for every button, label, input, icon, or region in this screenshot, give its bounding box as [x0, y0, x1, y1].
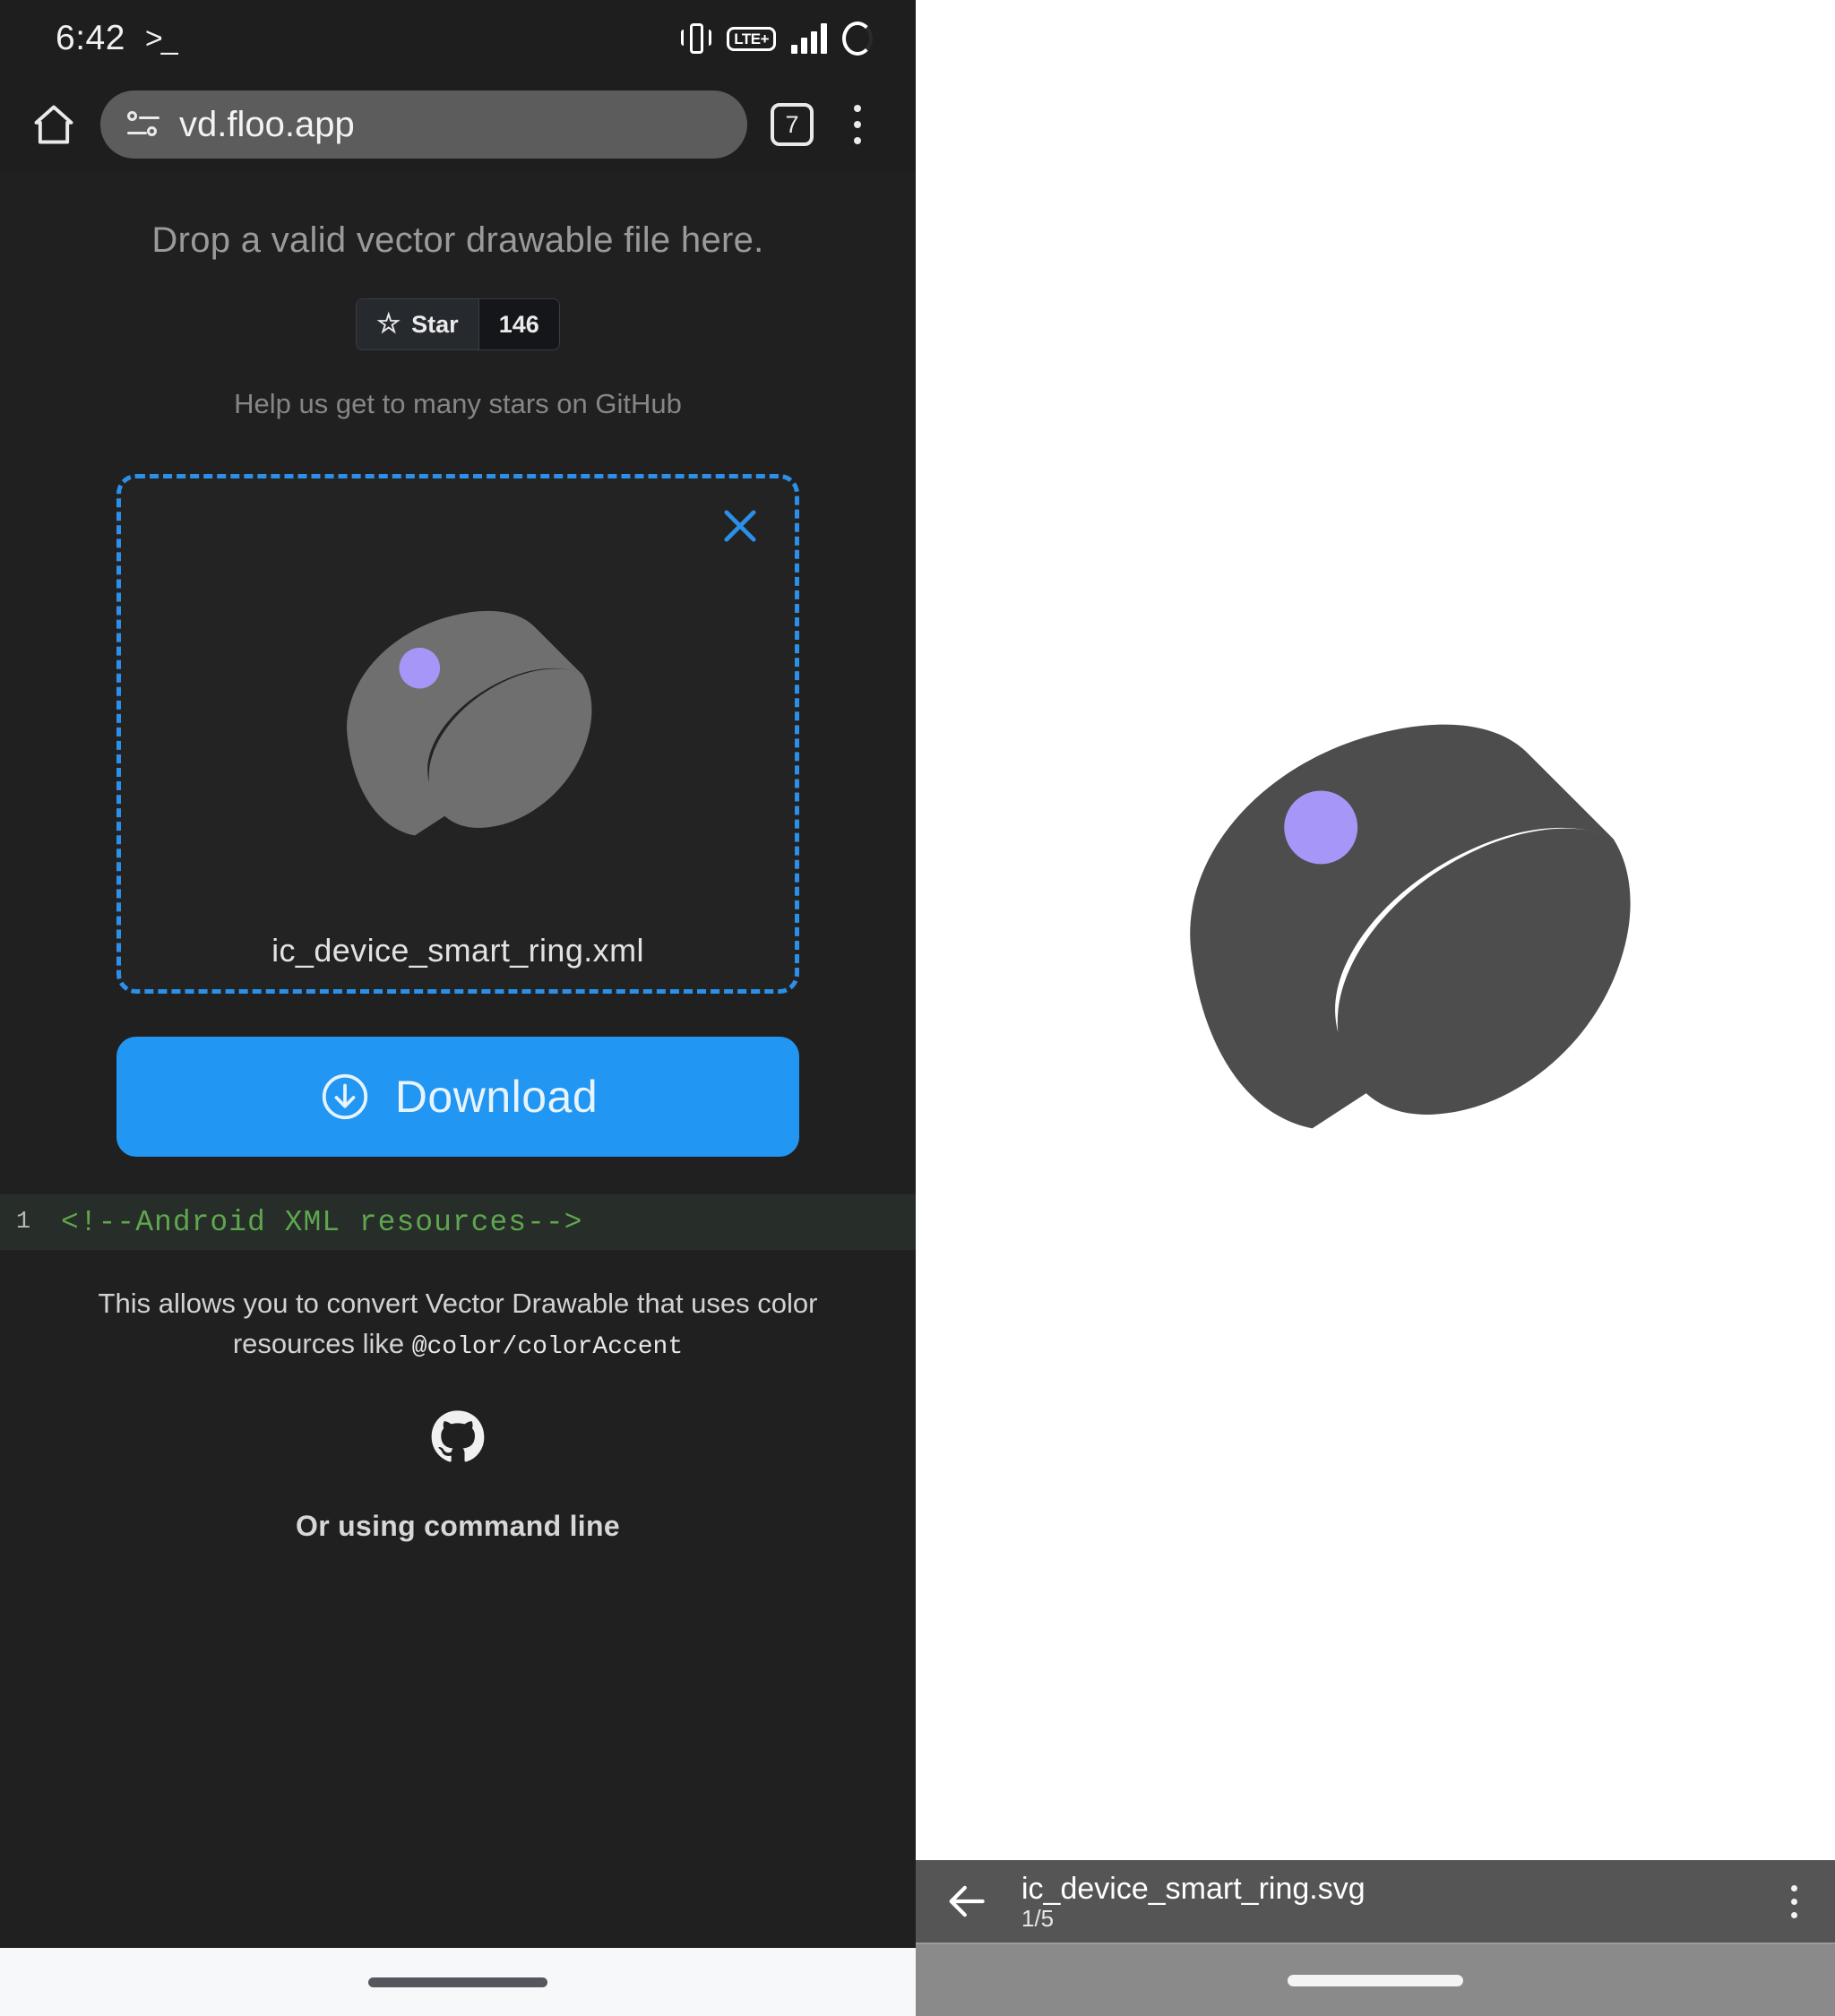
- status-bar-right: LTE+: [681, 22, 873, 56]
- viewer-title-bar: ic_device_smart_ring.svg 1/5: [916, 1860, 1835, 1943]
- star-button-label: Star: [411, 310, 459, 338]
- smart-ring-icon: [1103, 621, 1676, 1199]
- screenshot-root: 6:42 >_ LTE+ vd.floo.app 7 Drop a valid …: [0, 0, 1835, 2016]
- gesture-pill[interactable]: [368, 1977, 547, 1987]
- viewer-title-group: ic_device_smart_ring.svg 1/5: [1021, 1870, 1744, 1933]
- url-text: vd.floo.app: [179, 104, 355, 144]
- battery-ring-icon: [842, 22, 873, 56]
- file-dropzone[interactable]: ic_device_smart_ring.xml: [116, 474, 799, 994]
- conversion-description-line1: This allows you to convert Vector Drawab…: [98, 1288, 818, 1319]
- code-line-number: 1: [15, 1209, 31, 1236]
- dropzone-filename: ic_device_smart_ring.xml: [271, 932, 644, 969]
- web-page-content: Drop a valid vector drawable file here. …: [0, 172, 916, 1948]
- terminal-prompt-icon: >_: [144, 21, 178, 56]
- url-bar[interactable]: vd.floo.app: [100, 90, 747, 159]
- svg-viewer-panel: ic_device_smart_ring.svg 1/5: [916, 0, 1835, 2016]
- close-icon[interactable]: [712, 498, 768, 554]
- vibrate-icon: [681, 22, 712, 56]
- help-text: Help us get to many stars on GitHub: [234, 388, 682, 419]
- android-navigation-bar-left: [0, 1948, 916, 2016]
- color-resource-code: @color/colorAccent: [411, 1332, 684, 1361]
- status-bar: 6:42 >_ LTE+: [0, 0, 916, 77]
- star-count[interactable]: 146: [478, 299, 559, 349]
- gesture-pill[interactable]: [1288, 1974, 1463, 1986]
- command-line-heading: Or using command line: [296, 1509, 620, 1542]
- star-icon: ☆: [376, 309, 401, 339]
- download-button[interactable]: Download: [116, 1037, 799, 1157]
- code-snippet-line: 1 <!--Android XML resources-->: [0, 1194, 916, 1250]
- star-button[interactable]: ☆ Star: [357, 299, 478, 349]
- tab-counter-button[interactable]: 7: [771, 103, 814, 146]
- kebab-menu-icon[interactable]: [1774, 1876, 1813, 1926]
- home-icon[interactable]: [30, 101, 77, 148]
- signal-bars-icon: [791, 23, 827, 54]
- status-bar-left: 6:42 >_: [56, 19, 178, 58]
- download-button-label: Download: [394, 1072, 599, 1122]
- site-settings-icon[interactable]: [127, 109, 159, 140]
- status-time: 6:42: [56, 19, 125, 57]
- download-circle-icon: [318, 1070, 372, 1124]
- lte-badge: LTE+: [727, 26, 776, 51]
- viewer-filename: ic_device_smart_ring.svg: [1021, 1872, 1365, 1907]
- github-icon[interactable]: [429, 1409, 487, 1467]
- conversion-description: This allows you to convert Vector Drawab…: [55, 1284, 861, 1366]
- github-star-widget[interactable]: ☆ Star 146: [356, 298, 560, 350]
- drop-hint-text: Drop a valid vector drawable file here.: [151, 220, 764, 260]
- viewer-canvas: [916, 0, 1835, 2016]
- smart-ring-icon: [298, 554, 617, 877]
- conversion-description-line2-prefix: resources like: [232, 1327, 412, 1359]
- android-navigation-bar-right: [916, 1943, 1835, 2016]
- viewer-page-indicator: 1/5: [1021, 1905, 1055, 1933]
- phone-left-panel: 6:42 >_ LTE+ vd.floo.app 7 Drop a valid …: [0, 0, 916, 2016]
- code-line-text: <!--Android XML resources-->: [61, 1205, 583, 1239]
- kebab-menu-icon[interactable]: [837, 101, 878, 148]
- back-arrow-icon[interactable]: [941, 1876, 991, 1926]
- browser-toolbar: vd.floo.app 7: [0, 77, 916, 172]
